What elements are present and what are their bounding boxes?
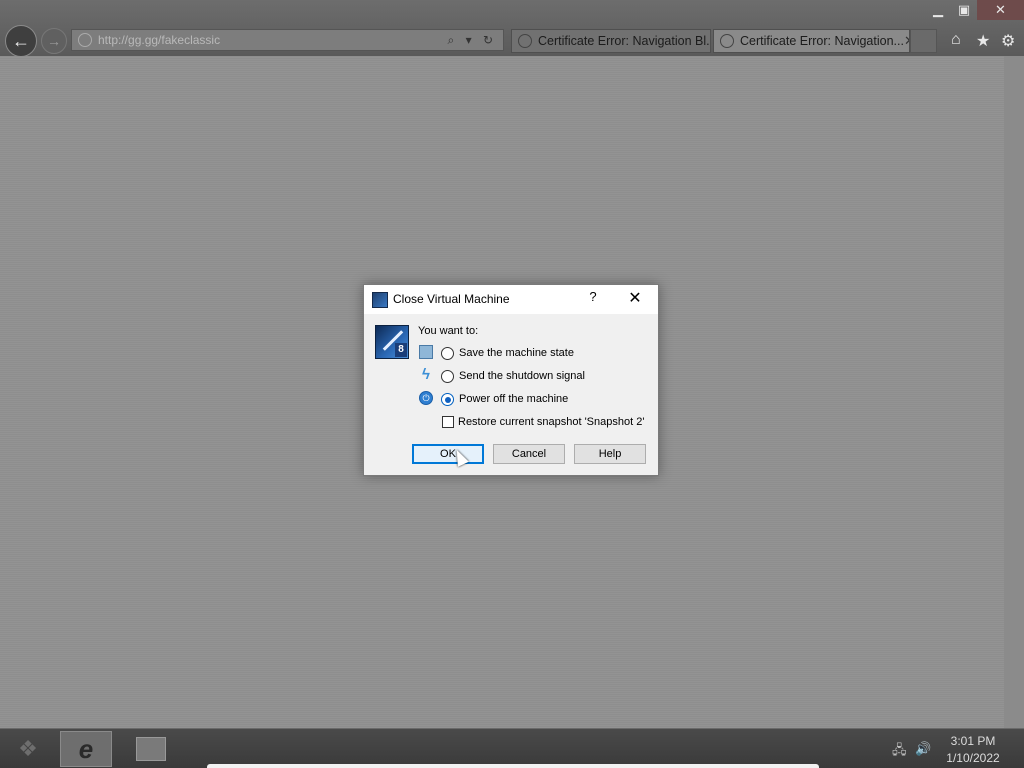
ok-button[interactable]: OK: [412, 444, 484, 464]
dialog-title: Close Virtual Machine: [393, 292, 510, 306]
radio-power-off[interactable]: [441, 393, 454, 406]
dialog-help-icon[interactable]: ?: [584, 289, 602, 304]
cancel-button[interactable]: Cancel: [493, 444, 565, 464]
home-icon[interactable]: ⌂: [951, 31, 961, 49]
close-vm-dialog: Close Virtual Machine ? ✕ 8 You want to:…: [363, 284, 659, 476]
dialog-close-icon[interactable]: ✕: [625, 288, 645, 308]
taskbar: ❖ e 🖧 🔊 3:01 PM 1/10/2022: [0, 728, 1024, 768]
option-shutdown-label[interactable]: Send the shutdown signal: [459, 370, 585, 382]
favorites-icon[interactable]: ★: [976, 31, 990, 51]
address-bar[interactable]: http://gg.gg/fakeclassic ⌕ ▾ ↻: [71, 29, 504, 51]
radio-save-state[interactable]: [441, 347, 454, 360]
tools-gear-icon[interactable]: ⚙: [1001, 31, 1015, 51]
tab-certificate-error-1[interactable]: Certificate Error: Navigation Bl...: [511, 29, 711, 53]
vm-badge: 8: [395, 343, 407, 357]
bottom-notification-strip: [207, 764, 819, 768]
address-text[interactable]: http://gg.gg/fakeclassic: [98, 33, 448, 47]
option-power-off-label[interactable]: Power off the machine: [459, 393, 568, 405]
restore-snapshot-checkbox[interactable]: [442, 416, 454, 428]
new-tab-button[interactable]: [910, 29, 937, 53]
forward-button[interactable]: →: [41, 28, 67, 54]
save-state-icon: [419, 345, 433, 359]
power-off-icon: ⏻: [419, 391, 433, 405]
volume-icon[interactable]: 🔊: [915, 741, 931, 757]
taskbar-explorer-icon[interactable]: [132, 731, 170, 767]
close-window-button[interactable]: ✕: [977, 0, 1024, 20]
tab-favicon-icon: [518, 34, 532, 48]
taskbar-ie-icon[interactable]: e: [60, 731, 112, 767]
help-button[interactable]: Help: [574, 444, 646, 464]
minimize-button[interactable]: ▁: [925, 0, 951, 20]
clock-time[interactable]: 3:01 PM: [930, 734, 1016, 748]
clock-date[interactable]: 1/10/2022: [930, 751, 1016, 765]
network-icon[interactable]: 🖧: [892, 741, 907, 763]
vertical-scrollbar[interactable]: [1004, 56, 1024, 728]
page-icon: [78, 33, 92, 47]
restore-snapshot-label[interactable]: Restore current snapshot 'Snapshot 2': [458, 416, 644, 428]
back-button[interactable]: ←: [5, 25, 37, 57]
search-refresh-icons[interactable]: ⌕ ▾ ↻: [448, 33, 503, 48]
start-button[interactable]: ❖: [10, 732, 46, 766]
tab-favicon-icon: [720, 34, 734, 48]
tab-label: Certificate Error: Navigation...: [740, 34, 904, 48]
folder-icon: [136, 737, 166, 761]
radio-shutdown-signal[interactable]: [441, 370, 454, 383]
virtualbox-vm-icon: 8: [375, 325, 409, 359]
shutdown-signal-icon: ϟ: [422, 366, 430, 383]
virtualbox-app-icon: [372, 292, 388, 308]
tab-certificate-error-2[interactable]: Certificate Error: Navigation... ✕: [713, 29, 910, 53]
option-save-state-label[interactable]: Save the machine state: [459, 347, 574, 359]
dialog-prompt: You want to:: [418, 325, 479, 337]
browser-titlebar: ▁ ▣ ✕ ← → http://gg.gg/fakeclassic ⌕ ▾ ↻…: [0, 0, 1024, 57]
dialog-titlebar[interactable]: Close Virtual Machine ? ✕: [364, 285, 658, 314]
maximize-button[interactable]: ▣: [951, 0, 977, 20]
tab-label: Certificate Error: Navigation Bl...: [538, 34, 711, 48]
